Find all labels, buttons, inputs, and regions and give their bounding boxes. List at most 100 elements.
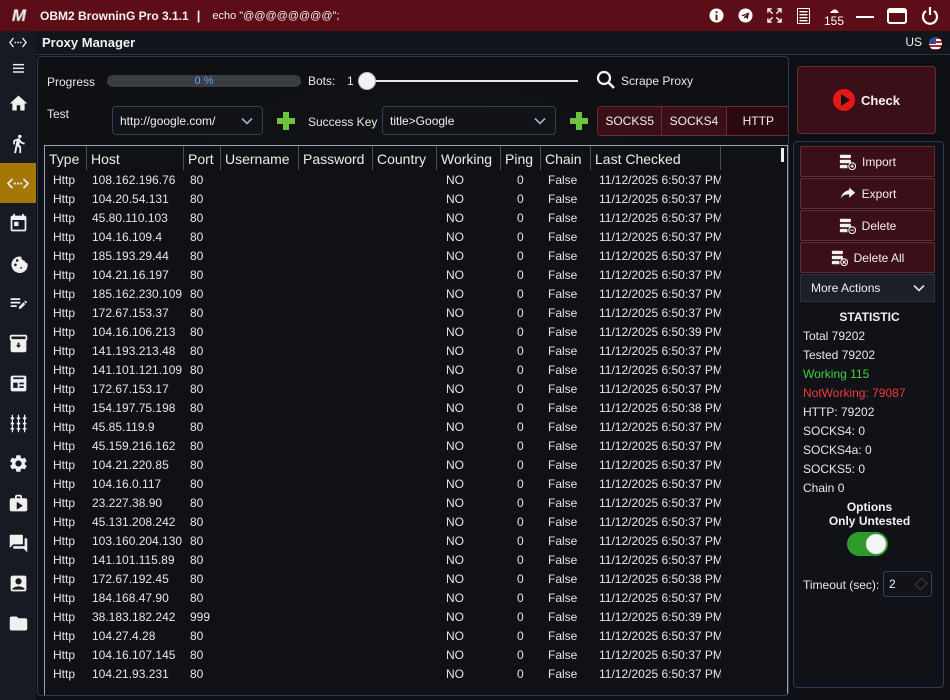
table-row[interactable]: Http 141.101.115.89 80 NO 0 False 11/12/2025 6… — [45, 551, 780, 570]
table-row[interactable]: Http 104.27.4.28 80 NO 0 False 11/12/2025 6:50… — [45, 627, 780, 646]
test-url-combo[interactable]: http://google.com/ — [112, 106, 263, 135]
column-header-ping[interactable]: Ping — [501, 146, 541, 170]
chat-icon[interactable] — [0, 523, 36, 563]
minimize-icon[interactable] — [850, 0, 879, 31]
settings-gear-icon[interactable] — [0, 443, 36, 483]
column-header-username[interactable]: Username — [221, 146, 299, 170]
table-cell: 0 — [517, 610, 524, 624]
timeout-input[interactable]: 2 — [883, 571, 932, 597]
home-icon[interactable] — [0, 83, 36, 123]
table-cell: 103.160.204.130 — [92, 534, 183, 548]
us-flag-icon[interactable] — [929, 37, 942, 50]
info-icon[interactable] — [702, 0, 731, 31]
only-untested-toggle[interactable] — [847, 532, 888, 556]
chevron-down-icon[interactable] — [533, 114, 547, 128]
protocol-socks5-button[interactable]: SOCKS5 — [598, 107, 663, 135]
log-icon[interactable] — [789, 0, 818, 31]
column-header-working[interactable]: Working — [437, 146, 501, 170]
table-row[interactable]: Http 104.21.93.231 80 NO 0 False 11/12/2025 6:… — [45, 665, 780, 684]
table-cell: 80 — [190, 572, 204, 586]
table-row[interactable]: Http 45.159.216.162 80 NO 0 False 11/12/2025 6… — [45, 437, 780, 456]
table-row[interactable]: Http 184.168.47.90 80 NO 0 False 11/12/2025 6:… — [45, 589, 780, 608]
table-row[interactable]: Http 172.67.153.37 80 NO 0 False 11/12/2025 6:… — [45, 304, 780, 323]
table-cell: 11/12/2025 6:50:37 PM — [599, 192, 721, 206]
delete-button[interactable]: Delete — [800, 210, 935, 241]
table-row[interactable]: Http 141.101.121.109 80 NO 0 False 11/12/2025 … — [45, 361, 780, 380]
maximize-icon[interactable] — [879, 0, 915, 31]
store-bag-icon[interactable] — [0, 483, 36, 523]
table-cell — [299, 608, 373, 627]
table-row[interactable]: Http 104.21.16.197 80 NO 0 False 11/12/2025 6:… — [45, 266, 780, 285]
table-row[interactable]: Http 104.20.54.131 80 NO 0 False 11/12/2025 6:… — [45, 190, 780, 209]
table-row[interactable]: Http 104.21.220.85 80 NO 0 False 11/12/2025 6:… — [45, 456, 780, 475]
column-header-type[interactable]: Type — [45, 146, 87, 170]
import-button[interactable]: Import — [800, 146, 935, 177]
column-header-last-checked[interactable]: Last Checked — [591, 146, 721, 170]
contact-card-icon[interactable] — [0, 563, 36, 603]
edit-notes-icon[interactable] — [0, 283, 36, 323]
folder-icon[interactable] — [0, 603, 36, 643]
search-icon[interactable] — [596, 70, 616, 90]
collapse-sidebar-icon[interactable] — [0, 31, 36, 53]
table-row[interactable]: Http 185.162.230.109 80 NO 0 False 11/12/2025 … — [45, 285, 780, 304]
column-header-port[interactable]: Port — [184, 146, 221, 170]
column-header-chain[interactable]: Chain — [541, 146, 591, 170]
table-cell — [221, 589, 299, 608]
table-cell — [299, 342, 373, 361]
spinner-arrows-icon[interactable] — [914, 577, 928, 591]
runner-icon[interactable] — [0, 123, 36, 163]
cloud-counter[interactable]: ☁ 155 — [818, 5, 850, 27]
add-success-key-plus-icon[interactable] — [570, 112, 588, 130]
column-header-country[interactable]: Country — [373, 146, 437, 170]
success-key-combo[interactable]: title>Google — [382, 106, 556, 135]
dashboard-icon[interactable] — [0, 363, 36, 403]
telegram-icon[interactable] — [731, 0, 760, 31]
add-test-url-plus-icon[interactable] — [277, 112, 295, 130]
chevron-down-icon[interactable] — [240, 114, 254, 128]
table-row[interactable]: Http 104.16.109.4 80 NO 0 False 11/12/2025 6:5… — [45, 228, 780, 247]
table-cell: 80 — [190, 249, 204, 263]
success-key-value: title>Google — [390, 113, 455, 128]
table-cell — [221, 513, 299, 532]
table-row[interactable]: Http 172.67.153.17 80 NO 0 False 11/12/2025 6:… — [45, 380, 780, 399]
table-row[interactable]: Http 108.162.196.76 80 NO 0 False 11/12/2025 6… — [45, 171, 780, 190]
protocol-socks4-button[interactable]: SOCKS4 — [662, 107, 727, 135]
table-row[interactable]: Http 104.16.107.145 80 NO 0 False 11/12/2025 6… — [45, 646, 780, 665]
table-row[interactable]: Http 45.80.110.103 80 NO 0 False 11/12/2025 6:… — [45, 209, 780, 228]
column-header-password[interactable]: Password — [299, 146, 373, 170]
power-icon[interactable] — [915, 0, 944, 31]
bots-slider-thumb[interactable] — [358, 72, 376, 90]
bots-slider[interactable] — [358, 71, 578, 91]
proxy-table[interactable]: Type Host Port Username Password Country Worki… — [44, 145, 788, 695]
table-row[interactable]: Http 172.67.192.45 80 NO 0 False 11/12/2025 6:… — [45, 570, 780, 589]
column-header-host[interactable]: Host — [87, 146, 184, 170]
hamburger-menu-icon[interactable] — [0, 53, 36, 83]
equalizer-icon[interactable] — [0, 403, 36, 443]
table-row[interactable]: Http 103.160.204.130 80 NO 0 False 11/12/2025 … — [45, 532, 780, 551]
check-button[interactable]: Check — [797, 66, 936, 134]
table-row[interactable]: Http 45.85.119.9 80 NO 0 False 11/12/2025 6:50… — [45, 418, 780, 437]
table-row[interactable]: Http 185.193.29.44 80 NO 0 False 11/12/2025 6:… — [45, 247, 780, 266]
table-row[interactable]: Http 38.183.182.242 999 NO 0 False 11/12/2025 … — [45, 608, 780, 627]
table-cell: Http — [53, 477, 76, 491]
table-row[interactable]: Http 154.197.75.198 80 NO 0 False 11/12/2025 6… — [45, 399, 780, 418]
scrape-proxy-button[interactable]: Scrape Proxy — [621, 74, 693, 88]
archive-icon[interactable] — [0, 323, 36, 363]
protocol-http-button[interactable]: HTTP — [726, 107, 788, 135]
delete-all-button[interactable]: Delete All — [800, 242, 935, 273]
table-row[interactable]: Http 23.227.38.90 80 NO 0 False 11/12/2025 6:5… — [45, 494, 780, 513]
export-button[interactable]: Export — [800, 178, 935, 209]
table-cell — [221, 190, 299, 209]
calendar-icon[interactable] — [0, 203, 36, 243]
table-row[interactable]: Http 104.16.106.213 80 NO 0 False 11/12/2025 6… — [45, 323, 780, 342]
sidebar-item-proxy-manager[interactable] — [0, 163, 36, 203]
more-actions-dropdown[interactable]: More Actions — [800, 274, 935, 302]
table-row[interactable]: Http 45.131.208.242 80 NO 0 False 11/12/2025 6… — [45, 513, 780, 532]
vertical-scrollbar[interactable] — [781, 148, 784, 162]
language-selector[interactable]: US — [905, 35, 922, 49]
table-row[interactable]: Http 104.16.0.117 80 NO 0 False 11/12/2025 6:5… — [45, 475, 780, 494]
table-cell — [299, 437, 373, 456]
fullscreen-icon[interactable] — [760, 0, 789, 31]
cookie-icon[interactable] — [0, 243, 36, 283]
table-row[interactable]: Http 141.193.213.48 80 NO 0 False 11/12/2025 6… — [45, 342, 780, 361]
